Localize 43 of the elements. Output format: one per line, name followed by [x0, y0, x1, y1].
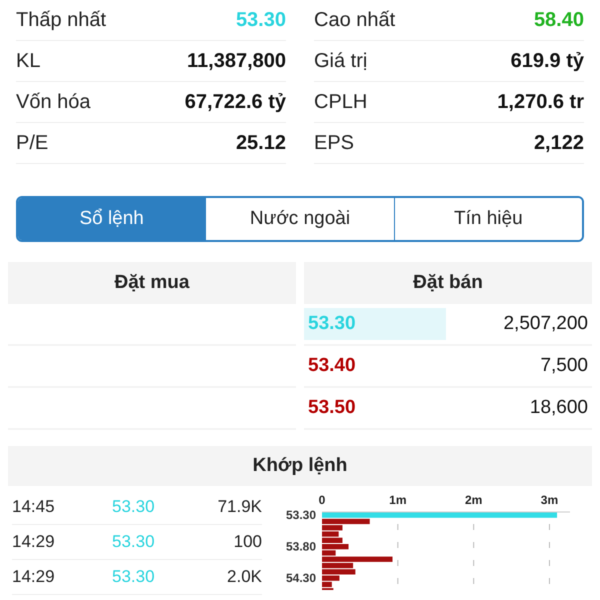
ask-volume: 7,500 [540, 354, 589, 378]
stat-label: Cao nhất [314, 8, 396, 33]
stat-label: Thấp nhất [16, 8, 106, 33]
column-header: Đặt bán [304, 262, 592, 304]
ask-price: 53.50 [307, 396, 357, 420]
trade-price: 53.30 [112, 566, 156, 588]
trade-time: 14:29 [12, 531, 56, 554]
stat-value: 619.9 tỷ [510, 49, 584, 74]
stat-label: Giá trị [314, 49, 368, 74]
stat-value: 58.40 [534, 8, 584, 33]
axis-tick-label: 53.80 [286, 540, 316, 554]
axis-tick-label: 54.30 [286, 571, 316, 586]
trade-price: 53.30 [112, 496, 156, 518]
trade-price: 53.30 [112, 531, 156, 554]
trade-time: 14:29 [12, 566, 56, 588]
stat-value: 25.12 [236, 131, 286, 156]
stat-label: KL [16, 49, 40, 74]
stat-label: CPLH [314, 90, 368, 115]
section-header: Khớp lệnh [8, 446, 592, 486]
trade-time: 14:45 [12, 496, 56, 518]
stat-value: 11,387,800 [187, 49, 286, 74]
column-header: Đặt mua [8, 262, 296, 304]
trade-volume: 100 [232, 531, 262, 554]
stat-label: P/E [16, 131, 48, 156]
axis-tick-label: 53.30 [286, 508, 316, 522]
axis-tick-label: 2m [464, 493, 482, 507]
stat-value: 2,122 [534, 131, 584, 156]
ask-price: 53.30 [304, 308, 446, 340]
stat-value: 53.30 [236, 8, 286, 33]
tab[interactable]: Tín hiệu [394, 198, 582, 240]
stat-label: EPS [314, 131, 354, 156]
trade-volume: 71.9K [216, 496, 262, 518]
stat-label: Vốn hóa [16, 90, 91, 115]
ask-price: 53.40 [307, 354, 357, 378]
axis-tick-label: 0 [318, 493, 326, 507]
axis-tick-label: 3m [540, 493, 558, 507]
trade-volume: 2.0K [226, 566, 262, 588]
ask-volume: 2,507,200 [503, 312, 589, 336]
axis-tick-label: 1m [389, 493, 406, 507]
tab[interactable]: Sổ lệnh [18, 198, 206, 240]
stat-value: 67,722.6 tỷ [184, 90, 286, 115]
ask-volume: 18,600 [530, 396, 589, 420]
stat-value: 1,270.6 tr [497, 90, 584, 115]
